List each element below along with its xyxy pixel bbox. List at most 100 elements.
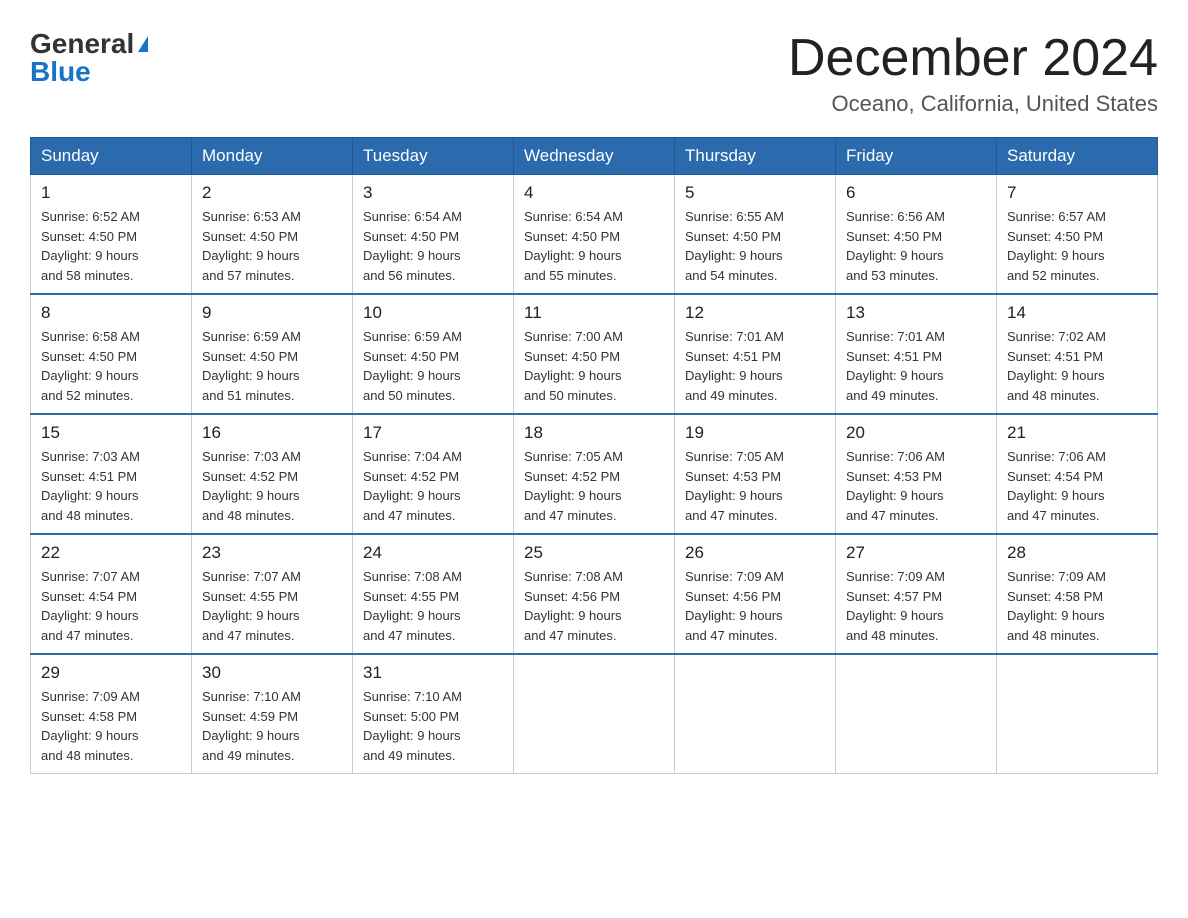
day-number: 17: [363, 423, 503, 443]
table-row: 10 Sunrise: 6:59 AM Sunset: 4:50 PM Dayli…: [353, 294, 514, 414]
table-row: 9 Sunrise: 6:59 AM Sunset: 4:50 PM Daylig…: [192, 294, 353, 414]
day-info: Sunrise: 7:07 AM Sunset: 4:55 PM Dayligh…: [202, 567, 342, 645]
day-number: 2: [202, 183, 342, 203]
day-info: Sunrise: 6:54 AM Sunset: 4:50 PM Dayligh…: [363, 207, 503, 285]
location-title: Oceano, California, United States: [788, 91, 1158, 117]
day-info: Sunrise: 6:59 AM Sunset: 4:50 PM Dayligh…: [363, 327, 503, 405]
table-row: 22 Sunrise: 7:07 AM Sunset: 4:54 PM Dayli…: [31, 534, 192, 654]
table-row: 18Sunrise: 7:05 AM Sunset: 4:52 PM Dayli…: [514, 414, 675, 534]
day-info: Sunrise: 6:58 AM Sunset: 4:50 PM Dayligh…: [41, 327, 181, 405]
title-area: December 2024 Oceano, California, United…: [788, 30, 1158, 117]
table-row: 20Sunrise: 7:06 AM Sunset: 4:53 PM Dayli…: [836, 414, 997, 534]
day-info: Sunrise: 7:08 AM Sunset: 4:56 PM Dayligh…: [524, 567, 664, 645]
table-row: 2Sunrise: 6:53 AM Sunset: 4:50 PM Daylig…: [192, 175, 353, 295]
day-info: Sunrise: 6:52 AM Sunset: 4:50 PM Dayligh…: [41, 207, 181, 285]
page-header: General Blue December 2024 Oceano, Calif…: [30, 30, 1158, 117]
day-number: 20: [846, 423, 986, 443]
table-row: 27 Sunrise: 7:09 AM Sunset: 4:57 PM Dayli…: [836, 534, 997, 654]
table-row: 13 Sunrise: 7:01 AM Sunset: 4:51 PM Dayli…: [836, 294, 997, 414]
day-info: Sunrise: 6:55 AM Sunset: 4:50 PM Dayligh…: [685, 207, 825, 285]
day-info: Sunrise: 7:02 AM Sunset: 4:51 PM Dayligh…: [1007, 327, 1147, 405]
logo-triangle-icon: [138, 36, 148, 52]
day-info: Sunrise: 7:06 AM Sunset: 4:54 PM Dayligh…: [1007, 447, 1147, 525]
header-row: Sunday Monday Tuesday Wednesday Thursday…: [31, 138, 1158, 175]
table-row: 6 Sunrise: 6:56 AM Sunset: 4:50 PM Daylig…: [836, 175, 997, 295]
table-row: 1 Sunrise: 6:52 AM Sunset: 4:50 PM Daylig…: [31, 175, 192, 295]
table-row: 19Sunrise: 7:05 AM Sunset: 4:53 PM Dayli…: [675, 414, 836, 534]
calendar-week-row: 8 Sunrise: 6:58 AM Sunset: 4:50 PM Daylig…: [31, 294, 1158, 414]
table-row: 29 Sunrise: 7:09 AM Sunset: 4:58 PM Dayli…: [31, 654, 192, 774]
day-number: 7: [1007, 183, 1147, 203]
table-row: 16Sunrise: 7:03 AM Sunset: 4:52 PM Dayli…: [192, 414, 353, 534]
month-title: December 2024: [788, 30, 1158, 87]
day-number: 30: [202, 663, 342, 683]
calendar-week-row: 1 Sunrise: 6:52 AM Sunset: 4:50 PM Daylig…: [31, 175, 1158, 295]
day-info: Sunrise: 7:00 AM Sunset: 4:50 PM Dayligh…: [524, 327, 664, 405]
day-number: 8: [41, 303, 181, 323]
table-row: 4 Sunrise: 6:54 AM Sunset: 4:50 PM Daylig…: [514, 175, 675, 295]
day-number: 13: [846, 303, 986, 323]
day-info: Sunrise: 7:03 AM Sunset: 4:51 PM Dayligh…: [41, 447, 181, 525]
day-number: 15: [41, 423, 181, 443]
table-row: [514, 654, 675, 774]
header-thursday: Thursday: [675, 138, 836, 175]
table-row: 7 Sunrise: 6:57 AM Sunset: 4:50 PM Daylig…: [997, 175, 1158, 295]
day-info: Sunrise: 7:07 AM Sunset: 4:54 PM Dayligh…: [41, 567, 181, 645]
table-row: 28 Sunrise: 7:09 AM Sunset: 4:58 PM Dayli…: [997, 534, 1158, 654]
day-info: Sunrise: 7:01 AM Sunset: 4:51 PM Dayligh…: [685, 327, 825, 405]
calendar-week-row: 29 Sunrise: 7:09 AM Sunset: 4:58 PM Dayli…: [31, 654, 1158, 774]
calendar-week-row: 22 Sunrise: 7:07 AM Sunset: 4:54 PM Dayli…: [31, 534, 1158, 654]
day-number: 6: [846, 183, 986, 203]
logo: General Blue: [30, 30, 148, 86]
day-number: 21: [1007, 423, 1147, 443]
logo-general: General: [30, 30, 134, 58]
day-number: 9: [202, 303, 342, 323]
table-row: 11Sunrise: 7:00 AM Sunset: 4:50 PM Dayli…: [514, 294, 675, 414]
logo-blue: Blue: [30, 58, 91, 86]
day-number: 10: [363, 303, 503, 323]
day-info: Sunrise: 7:04 AM Sunset: 4:52 PM Dayligh…: [363, 447, 503, 525]
day-info: Sunrise: 7:05 AM Sunset: 4:52 PM Dayligh…: [524, 447, 664, 525]
table-row: [675, 654, 836, 774]
day-number: 28: [1007, 543, 1147, 563]
table-row: 3 Sunrise: 6:54 AM Sunset: 4:50 PM Daylig…: [353, 175, 514, 295]
day-info: Sunrise: 6:57 AM Sunset: 4:50 PM Dayligh…: [1007, 207, 1147, 285]
day-number: 27: [846, 543, 986, 563]
day-info: Sunrise: 7:09 AM Sunset: 4:57 PM Dayligh…: [846, 567, 986, 645]
day-number: 29: [41, 663, 181, 683]
day-number: 25: [524, 543, 664, 563]
day-number: 1: [41, 183, 181, 203]
day-info: Sunrise: 7:08 AM Sunset: 4:55 PM Dayligh…: [363, 567, 503, 645]
table-row: 30 Sunrise: 7:10 AM Sunset: 4:59 PM Dayli…: [192, 654, 353, 774]
day-number: 3: [363, 183, 503, 203]
table-row: 8 Sunrise: 6:58 AM Sunset: 4:50 PM Daylig…: [31, 294, 192, 414]
table-row: 5Sunrise: 6:55 AM Sunset: 4:50 PM Daylig…: [675, 175, 836, 295]
day-number: 26: [685, 543, 825, 563]
table-row: 17 Sunrise: 7:04 AM Sunset: 4:52 PM Dayli…: [353, 414, 514, 534]
day-info: Sunrise: 7:10 AM Sunset: 4:59 PM Dayligh…: [202, 687, 342, 765]
table-row: 12 Sunrise: 7:01 AM Sunset: 4:51 PM Dayli…: [675, 294, 836, 414]
day-number: 4: [524, 183, 664, 203]
table-row: 23Sunrise: 7:07 AM Sunset: 4:55 PM Dayli…: [192, 534, 353, 654]
table-row: 24 Sunrise: 7:08 AM Sunset: 4:55 PM Dayli…: [353, 534, 514, 654]
day-info: Sunrise: 7:05 AM Sunset: 4:53 PM Dayligh…: [685, 447, 825, 525]
header-monday: Monday: [192, 138, 353, 175]
day-number: 22: [41, 543, 181, 563]
day-info: Sunrise: 6:54 AM Sunset: 4:50 PM Dayligh…: [524, 207, 664, 285]
day-number: 16: [202, 423, 342, 443]
day-number: 24: [363, 543, 503, 563]
calendar-week-row: 15 Sunrise: 7:03 AM Sunset: 4:51 PM Dayli…: [31, 414, 1158, 534]
table-row: 31Sunrise: 7:10 AM Sunset: 5:00 PM Dayli…: [353, 654, 514, 774]
day-number: 12: [685, 303, 825, 323]
day-info: Sunrise: 6:59 AM Sunset: 4:50 PM Dayligh…: [202, 327, 342, 405]
table-row: 26 Sunrise: 7:09 AM Sunset: 4:56 PM Dayli…: [675, 534, 836, 654]
header-tuesday: Tuesday: [353, 138, 514, 175]
day-info: Sunrise: 7:09 AM Sunset: 4:56 PM Dayligh…: [685, 567, 825, 645]
table-row: 21 Sunrise: 7:06 AM Sunset: 4:54 PM Dayli…: [997, 414, 1158, 534]
day-info: Sunrise: 7:01 AM Sunset: 4:51 PM Dayligh…: [846, 327, 986, 405]
day-info: Sunrise: 7:09 AM Sunset: 4:58 PM Dayligh…: [1007, 567, 1147, 645]
day-info: Sunrise: 7:09 AM Sunset: 4:58 PM Dayligh…: [41, 687, 181, 765]
header-friday: Friday: [836, 138, 997, 175]
day-info: Sunrise: 6:56 AM Sunset: 4:50 PM Dayligh…: [846, 207, 986, 285]
day-number: 31: [363, 663, 503, 683]
